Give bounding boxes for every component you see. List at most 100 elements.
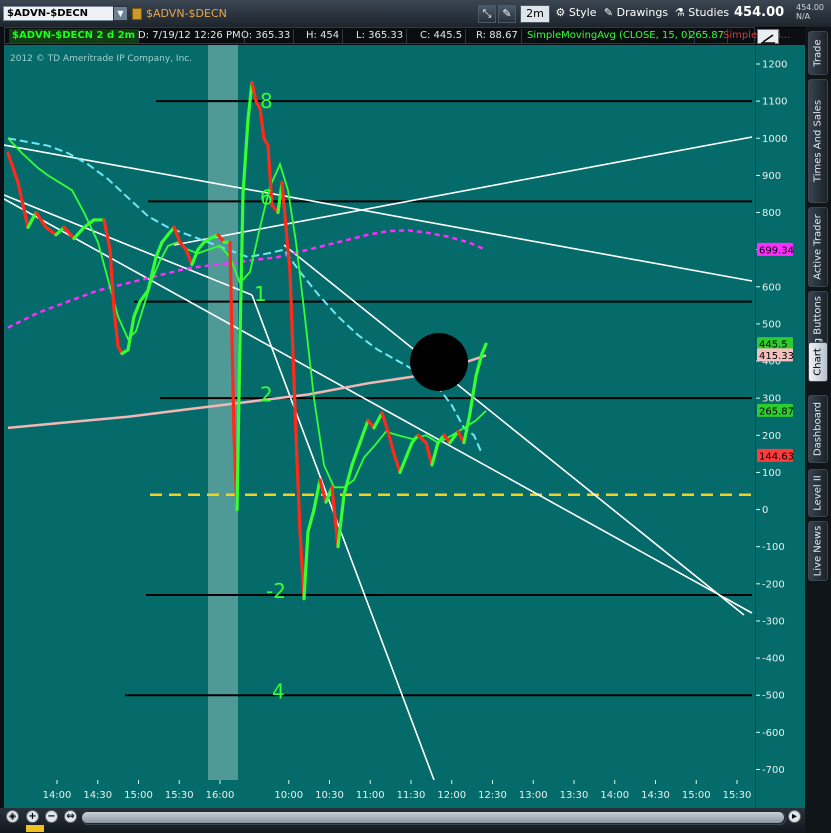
drawings-label: Drawings	[616, 6, 669, 19]
price-bar	[172, 225, 182, 244]
price-bar	[34, 210, 48, 229]
chart-info-bar: $ADVN-$DECN 2 d 2m D: 7/19/12 12:26 PM O…	[4, 27, 790, 44]
tab-live-news[interactable]: Live News	[808, 521, 828, 581]
bottom-bar: ◈ + − ⇔ ▸	[0, 808, 805, 833]
y-tick-label: 300	[762, 394, 781, 405]
wave-label: 8	[260, 89, 273, 113]
symbol-dropdown-button[interactable]: ▼	[113, 6, 128, 21]
price-axis-svg: 1200110010009008007006005004003002001000…	[756, 60, 794, 776]
tab-live-news-label: Live News	[812, 525, 824, 577]
price-bar	[480, 342, 488, 356]
copyright-text: 2012 © TD Ameritrade IP Company, Inc.	[10, 54, 192, 64]
studies-icon: ⚗	[674, 6, 689, 19]
price-bar	[280, 181, 288, 229]
zoom-in-icon[interactable]: +	[26, 810, 39, 823]
tab-level-ii[interactable]: Level II	[808, 469, 828, 517]
price-bar	[132, 300, 142, 319]
x-tick-label: 13:30	[560, 790, 589, 801]
link-icon[interactable]	[132, 8, 142, 20]
y-tick-label: 800	[762, 208, 781, 219]
symbol-input[interactable]: $ADVN-$DECN	[3, 6, 127, 21]
side-tab-bar: Trade Times And Sales Active Trader Big …	[805, 27, 831, 833]
tab-dashboard[interactable]: Dashboard	[808, 395, 828, 463]
tab-trade-label: Trade	[812, 39, 824, 67]
wave-label: 4	[272, 679, 285, 703]
y-tick-label: 100	[762, 468, 781, 479]
wrench-icon[interactable]: ✎	[498, 5, 516, 23]
style-label: Style	[568, 6, 597, 19]
x-tick-label: 15:30	[723, 790, 752, 801]
mini-change: N/A	[796, 12, 811, 21]
style-button[interactable]: ⚙ Style	[554, 5, 598, 23]
sma-magenta-line	[7, 229, 487, 329]
last-price: 454.00	[734, 5, 785, 20]
x-tick-label: 15:30	[165, 790, 194, 801]
y-tick-label: 900	[762, 171, 781, 182]
price-bar	[6, 151, 20, 185]
tab-level-ii-label: Level II	[812, 475, 824, 511]
wave-label: 1	[254, 282, 267, 306]
expand-icon[interactable]	[26, 825, 44, 832]
tab-active-trader[interactable]: Active Trader	[808, 207, 828, 287]
drawings-button[interactable]: ✎ Drawings	[602, 5, 670, 23]
price-bar	[16, 181, 30, 229]
highlight-circle	[410, 333, 468, 391]
pan-icon[interactable]: ⤡	[478, 5, 496, 23]
y-tick-label: -200	[762, 579, 785, 590]
mini-quote: 454.00 N/A	[796, 3, 824, 21]
time-axis-svg: 14:00 14:30 15:00 15:30 16:00 10:00 10:30 11:00…	[43, 780, 752, 801]
x-tick-label: 13:00	[519, 790, 548, 801]
zoom-out-icon[interactable]: −	[45, 810, 58, 823]
x-tick-label: 16:00	[206, 790, 235, 801]
y-tick-label: -300	[762, 616, 785, 627]
price-bar	[430, 441, 440, 467]
mini-price: 454.00	[796, 3, 824, 12]
x-tick-label: 10:30	[315, 790, 344, 801]
price-bar	[380, 411, 390, 434]
y-tick-label: 0	[762, 505, 768, 516]
tab-trade[interactable]: Trade	[808, 31, 828, 75]
price-bar	[312, 478, 322, 512]
trend-line	[283, 244, 745, 616]
time-scrollbar-thumb[interactable]	[82, 812, 784, 823]
price-bar	[241, 118, 250, 196]
y-tick-label: -600	[762, 728, 785, 739]
price-bar	[306, 507, 316, 534]
bar-open: O: 365.33	[238, 29, 295, 43]
x-tick-label: 11:30	[397, 790, 426, 801]
x-tick-label: 10:00	[274, 790, 303, 801]
price-axis[interactable]: 1200110010009008007006005004003002001000…	[755, 45, 806, 808]
linked-symbol: $ADVN-$DECN	[146, 7, 227, 20]
chart-title: $ADVN-$DECN 2 d 2m	[9, 29, 139, 43]
tab-times-and-sales[interactable]: Times And Sales	[808, 79, 828, 203]
y-tick-label: 200	[762, 431, 781, 442]
sma-green-line	[7, 137, 487, 489]
price-chart: 2012 © TD Ameritrade IP Company, Inc. 8 6…	[4, 45, 753, 780]
scroll-right-icon[interactable]: ▸	[788, 810, 801, 823]
zoom-reset-icon[interactable]: ⇔	[64, 810, 77, 823]
study-label[interactable]: SimpleMovingAvg (CLOSE, 15, 0)	[524, 29, 696, 43]
price-bar	[350, 441, 362, 467]
chart-plot-area[interactable]: 2012 © TD Ameritrade IP Company, Inc. 8 6…	[4, 45, 755, 780]
price-tag-label: 699.34	[759, 245, 794, 256]
price-bar	[358, 418, 370, 445]
drawing-mode-icon[interactable]: ◈	[6, 810, 19, 823]
studies-button[interactable]: ⚗ Studies	[674, 5, 730, 23]
bar-low: L: 365.33	[353, 29, 408, 43]
tab-chart[interactable]: Chart	[808, 342, 828, 382]
bar-close: C: 445.5	[417, 29, 467, 43]
bar-high: H: 454	[303, 29, 344, 43]
y-tick-label: 500	[762, 319, 781, 330]
price-bar	[44, 225, 58, 237]
price-bar	[342, 463, 354, 497]
chart-menu-button[interactable]	[757, 29, 779, 44]
price-bar	[398, 455, 408, 475]
price-bar	[372, 411, 384, 430]
price-bar	[386, 429, 396, 456]
timeframe-label: 2m	[526, 7, 544, 20]
symbol-text: $ADVN-$DECN	[7, 8, 89, 19]
wave-label: 6	[260, 186, 273, 210]
price-bar	[238, 192, 245, 341]
timeframe-button[interactable]: 2m	[520, 5, 550, 23]
time-axis[interactable]: 14:00 14:30 15:00 15:30 16:00 10:00 10:30 11:00…	[4, 780, 755, 808]
